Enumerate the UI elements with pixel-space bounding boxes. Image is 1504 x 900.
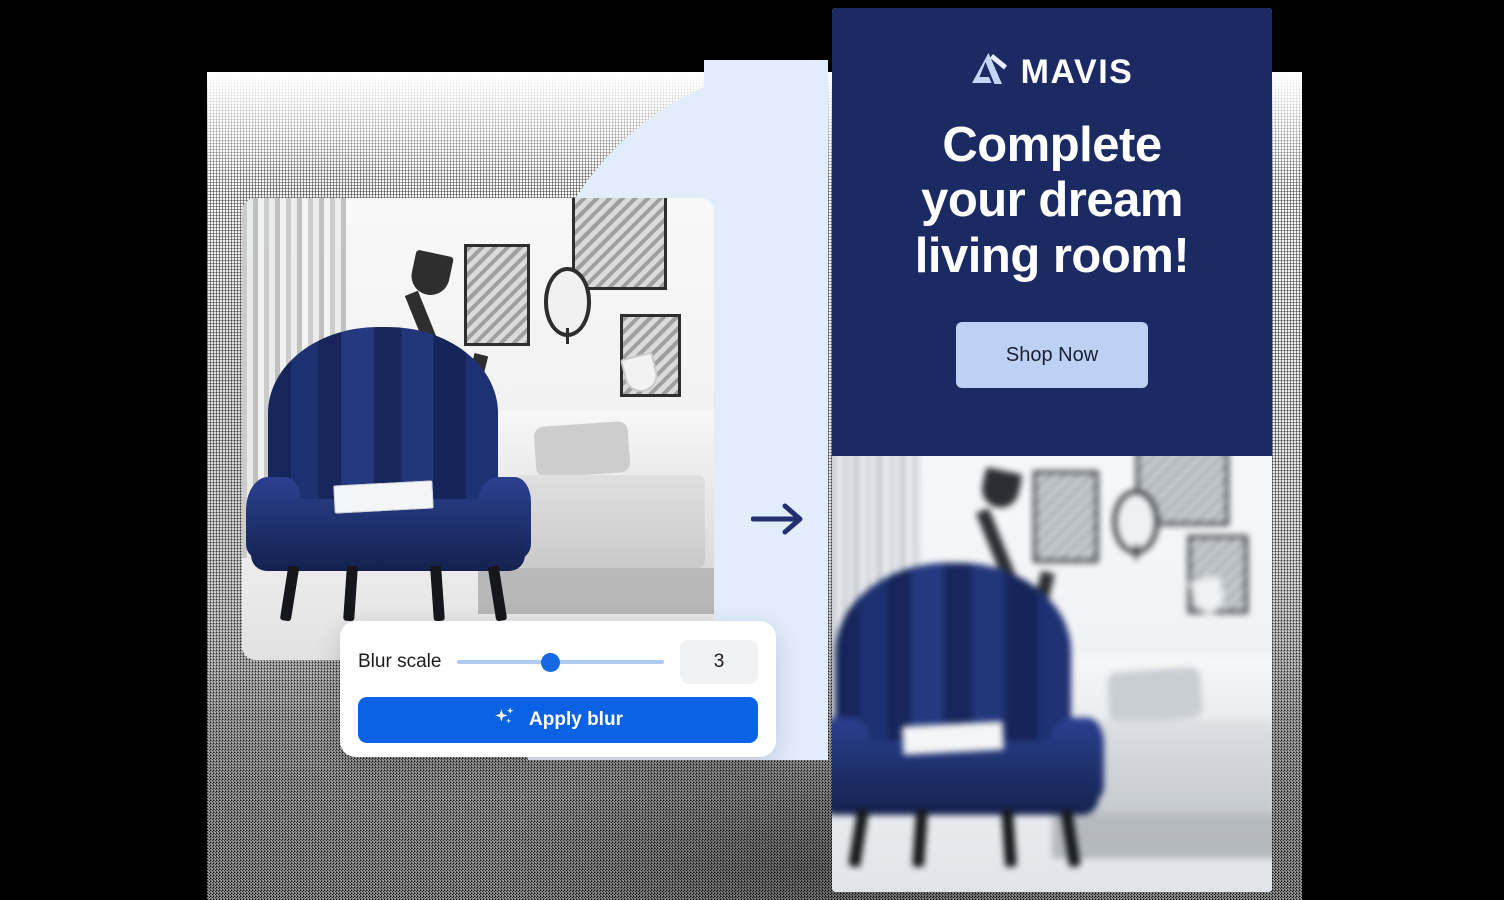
blur-scale-row: Blur scale: [358, 639, 758, 685]
living-room-photo: [242, 198, 714, 660]
blanket: [515, 475, 705, 568]
living-room-photo-blurred: [832, 456, 1272, 892]
picture-frame: [1033, 470, 1099, 564]
ad-headline: Complete your dream living room!: [858, 118, 1246, 284]
round-mirror: [1112, 489, 1160, 560]
apply-blur-label: Apply blur: [529, 709, 623, 730]
after-image-preview-blurred: [832, 456, 1272, 892]
round-mirror: [544, 267, 592, 344]
slider-track[interactable]: [457, 660, 664, 664]
brand-logo: MAVIS: [858, 50, 1246, 94]
blur-scale-label: Blur scale: [358, 651, 442, 672]
slider-thumb[interactable]: [541, 652, 561, 672]
apply-blur-button[interactable]: Apply blur: [358, 697, 758, 743]
blur-value-input[interactable]: [680, 640, 758, 684]
mavis-a-mark-icon: [971, 51, 1011, 94]
open-book: [902, 720, 1005, 755]
before-image-preview[interactable]: [242, 198, 714, 660]
sparkles-icon: [493, 705, 517, 735]
shop-now-button[interactable]: Shop Now: [956, 322, 1148, 389]
open-book: [332, 480, 433, 513]
headline-line-3: living room!: [914, 228, 1190, 283]
ad-creative-header: MAVIS Complete your dream living room! S…: [832, 8, 1272, 456]
blur-scale-slider[interactable]: [457, 651, 664, 673]
blur-control-panel: Blur scale Apply blur: [340, 621, 776, 757]
generated-ad-card[interactable]: MAVIS Complete your dream living room! S…: [832, 8, 1272, 892]
chair-seat: [832, 740, 1099, 816]
ad-composer-canvas: MAVIS Complete your dream living room! S…: [0, 0, 1504, 900]
blanket: [1089, 720, 1272, 813]
chair-leg: [1001, 809, 1017, 868]
chair-leg: [430, 565, 445, 622]
picture-frame: [572, 198, 667, 291]
headline-line-2: your dream: [921, 173, 1183, 228]
brand-wordmark: MAVIS: [1020, 53, 1134, 91]
pillow: [1106, 666, 1203, 724]
pillow: [532, 421, 631, 479]
arrow-right-icon: [748, 498, 810, 540]
headline-line-1: Complete: [942, 118, 1162, 172]
navy-armchair: [245, 327, 531, 622]
navy-armchair: [832, 563, 1105, 868]
